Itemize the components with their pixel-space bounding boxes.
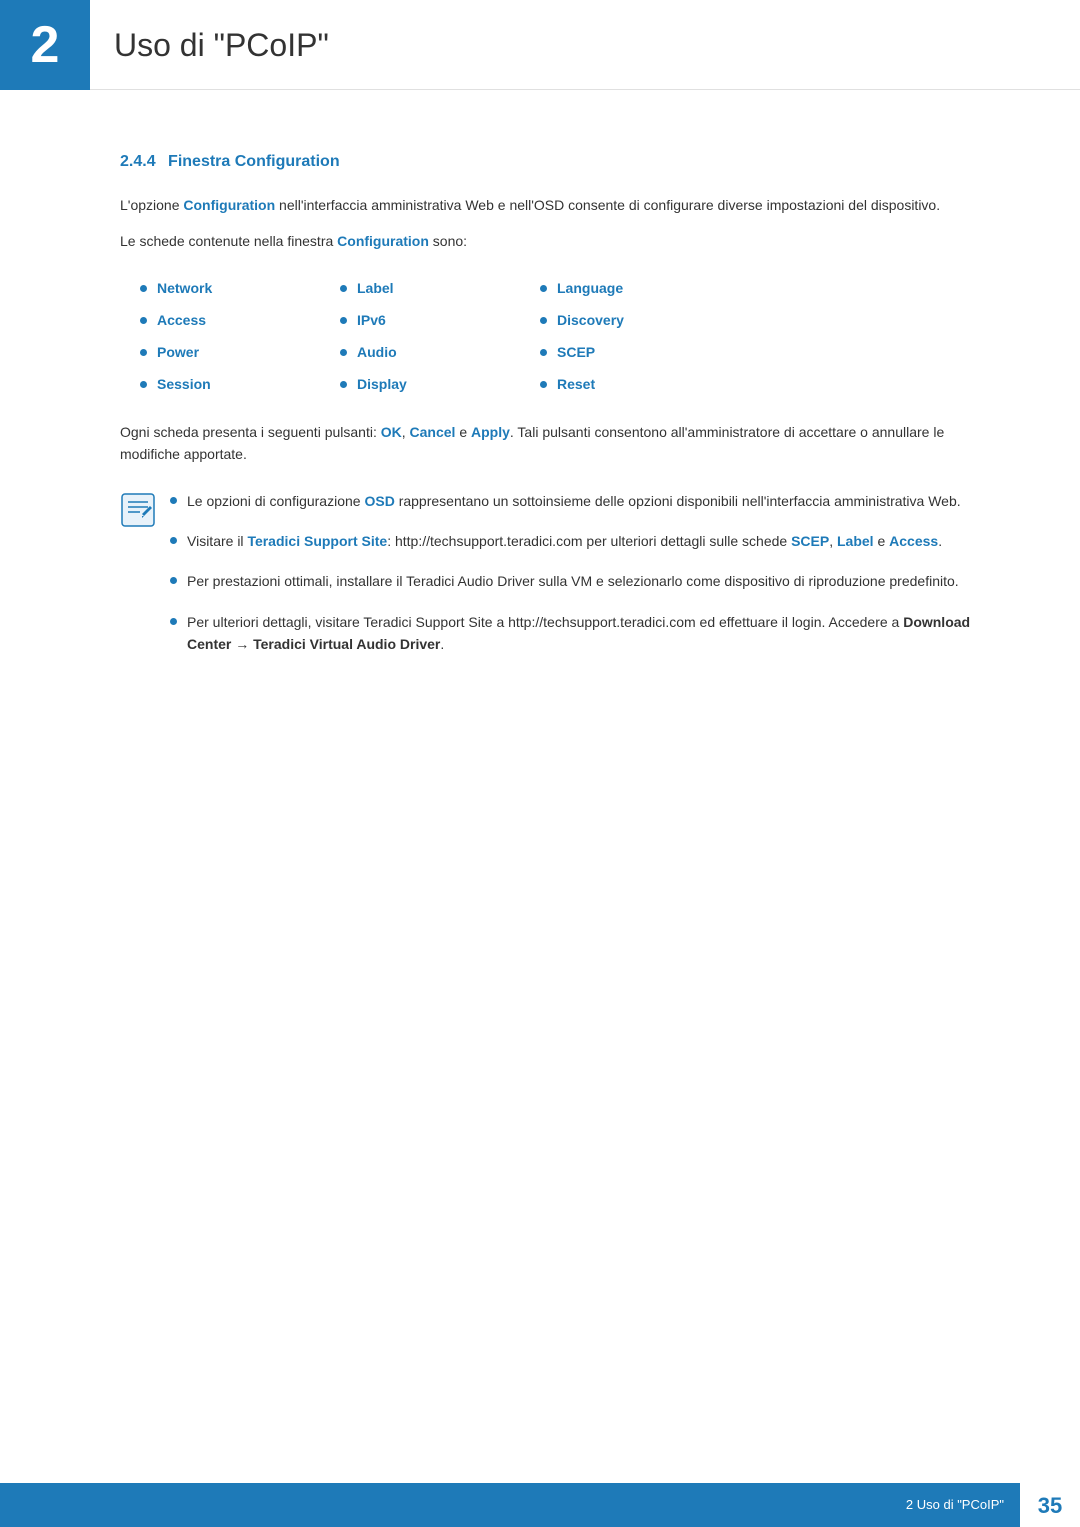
- note-bullet-dot: [170, 577, 177, 584]
- note-icon: [120, 492, 156, 528]
- label-bold: Label: [837, 533, 874, 549]
- paragraph-2: Le schede contenute nella finestra Confi…: [120, 230, 980, 252]
- bullet-label: IPv6: [357, 310, 386, 331]
- list-item: Reset: [540, 369, 740, 401]
- list-item: IPv6: [340, 305, 540, 337]
- buttons-text-prefix: Ogni scheda presenta i seguenti pulsanti…: [120, 424, 381, 440]
- bullet-label: Access: [157, 310, 206, 331]
- list-item: Display: [340, 369, 540, 401]
- list-item: Power: [140, 337, 340, 369]
- e-text: e: [455, 424, 471, 440]
- footer-chapter-label: 2 Uso di "PCoIP": [906, 1495, 1020, 1515]
- p1-prefix: L'opzione: [120, 197, 183, 213]
- ok-label: OK: [381, 424, 402, 440]
- list-item: SCEP: [540, 337, 740, 369]
- note-section: Le opzioni di configurazione OSD rappres…: [120, 490, 980, 674]
- bullet-dot: [140, 349, 147, 356]
- bullet-label: Display: [357, 374, 407, 395]
- cancel-label: Cancel: [410, 424, 456, 440]
- note-item-3: Per prestazioni ottimali, installare il …: [170, 570, 980, 592]
- p1-bold: Configuration: [183, 197, 275, 213]
- osd-bold: OSD: [364, 493, 394, 509]
- bullet-dot: [140, 381, 147, 388]
- bullet-dot: [340, 285, 347, 292]
- note-list: Le opzioni di configurazione OSD rappres…: [170, 490, 980, 674]
- main-content: 2.4.4 Finestra Configuration L'opzione C…: [0, 90, 1080, 754]
- page-header: 2 Uso di "PCoIP": [0, 0, 1080, 90]
- list-item: Session: [140, 369, 340, 401]
- note-bullet-dot: [170, 537, 177, 544]
- list-item: Network: [140, 273, 340, 305]
- bullet-label: Network: [157, 278, 212, 299]
- bullet-dot: [140, 317, 147, 324]
- footer-page-number: 35: [1020, 1483, 1080, 1527]
- chapter-number: 2: [31, 19, 60, 71]
- download-center-bold: Download Center → Teradici Virtual Audio…: [187, 614, 970, 652]
- chapter-title: Uso di "PCoIP": [114, 21, 329, 69]
- list-item: Discovery: [540, 305, 740, 337]
- bullet-label: Reset: [557, 374, 595, 395]
- teradici-support-bold: Teradici Support Site: [247, 533, 387, 549]
- p2-prefix: Le schede contenute nella finestra: [120, 233, 337, 249]
- bullet-label: Label: [357, 278, 394, 299]
- chapter-block: 2: [0, 0, 90, 90]
- bullet-dot: [540, 349, 547, 356]
- p1-suffix: nell'interfaccia amministrativa Web e ne…: [275, 197, 940, 213]
- note-item-2: Visitare il Teradici Support Site: http:…: [170, 530, 980, 552]
- note-text-4: Per ulteriori dettagli, visitare Teradic…: [187, 611, 980, 656]
- section-heading: 2.4.4 Finestra Configuration: [120, 150, 980, 174]
- list-item: Audio: [340, 337, 540, 369]
- page-footer: 2 Uso di "PCoIP" 35: [0, 1483, 1080, 1527]
- note-text-1: Le opzioni di configurazione OSD rappres…: [187, 490, 980, 512]
- list-item: Language: [540, 273, 740, 305]
- comma1: ,: [402, 424, 410, 440]
- note-bullet-dot: [170, 497, 177, 504]
- bullet-label: Language: [557, 278, 623, 299]
- bullet-label: Power: [157, 342, 199, 363]
- bullet-dot: [540, 285, 547, 292]
- bullet-label: SCEP: [557, 342, 595, 363]
- bullet-label: Discovery: [557, 310, 624, 331]
- paragraph-1: L'opzione Configuration nell'interfaccia…: [120, 194, 980, 216]
- note-item-1: Le opzioni di configurazione OSD rappres…: [170, 490, 980, 512]
- bullet-dot: [540, 317, 547, 324]
- buttons-paragraph: Ogni scheda presenta i seguenti pulsanti…: [120, 421, 980, 466]
- p2-suffix: sono:: [429, 233, 467, 249]
- note-bullet-dot: [170, 618, 177, 625]
- note-text-3: Per prestazioni ottimali, installare il …: [187, 570, 980, 592]
- note-text-2: Visitare il Teradici Support Site: http:…: [187, 530, 980, 552]
- bullet-label: Audio: [357, 342, 397, 363]
- note-item-4: Per ulteriori dettagli, visitare Teradic…: [170, 611, 980, 656]
- apply-label: Apply: [471, 424, 510, 440]
- list-item: Label: [340, 273, 540, 305]
- p2-bold: Configuration: [337, 233, 429, 249]
- bullet-dot: [340, 349, 347, 356]
- bullet-label: Session: [157, 374, 211, 395]
- section-title: Finestra Configuration: [168, 153, 340, 170]
- bullet-dot: [140, 285, 147, 292]
- access-bold: Access: [889, 533, 938, 549]
- bullet-grid: Network Label Language Access IPv6 Disco…: [140, 273, 980, 401]
- list-item: Access: [140, 305, 340, 337]
- bullet-dot: [340, 381, 347, 388]
- section-number: 2.4.4: [120, 153, 156, 170]
- scep-bold: SCEP: [791, 533, 829, 549]
- bullet-dot: [540, 381, 547, 388]
- bullet-dot: [340, 317, 347, 324]
